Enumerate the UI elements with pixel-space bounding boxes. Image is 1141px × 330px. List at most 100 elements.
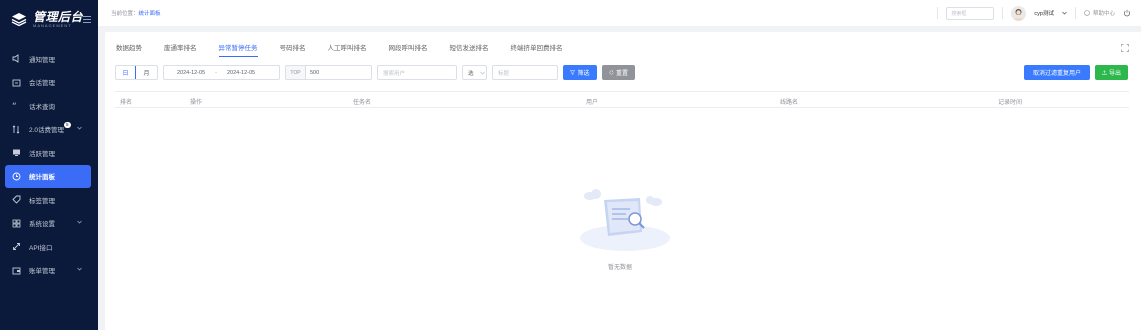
sidebar-item-session[interactable]: 会话管理: [0, 71, 98, 95]
header-actions: 搜索框 cyp测试 帮助中心: [937, 0, 1131, 26]
fullscreen-icon[interactable]: [1121, 44, 1129, 52]
sidebar: 管理后台 MANAGEMENT 通知管理 会话管理 “ 话术查询 2.0话费管理…: [0, 0, 98, 330]
column-header: 任务名: [353, 100, 372, 106]
refresh-icon: [609, 70, 614, 75]
sidebar-menu: 通知管理 会话管理 “ 话术查询 2.0话费管理 5 活跃管理 统计面板 标签管…: [0, 47, 98, 282]
sidebar-item-active[interactable]: 活跃管理: [0, 141, 98, 165]
user-name[interactable]: cyp测试: [1034, 9, 1054, 17]
sidebar-item-bills[interactable]: 账单管理: [0, 259, 98, 283]
chevron-down-icon[interactable]: [1062, 11, 1067, 15]
chat-box-icon: [11, 77, 21, 87]
table-actions: 取消过滤重复用户 导出: [1024, 65, 1128, 80]
top-n-input[interactable]: TOP 500: [285, 65, 372, 80]
export-button[interactable]: 导出: [1095, 65, 1128, 80]
column-header: 排名: [120, 100, 133, 106]
column-header: 线路名: [780, 100, 799, 106]
speaker-icon: [11, 54, 21, 64]
tab-segment-call-rank[interactable]: 网段呼叫排名: [389, 40, 428, 57]
sidebar-item-tags[interactable]: 标签管理: [0, 188, 98, 212]
filter-bar: 日 月 2024-12-05 - 2024-12-05 TOP 500 搜索用户…: [115, 65, 635, 80]
sidebar-item-api[interactable]: API接口: [0, 235, 98, 259]
column-header: 用户: [586, 100, 599, 106]
export-button-label: 导出: [1108, 71, 1121, 77]
sidebar-item-billing-v2[interactable]: 2.0话费管理 5: [0, 118, 98, 142]
chevron-down-icon: [77, 267, 82, 271]
sort-icon: [11, 124, 21, 134]
sidebar-item-label: 会话管理: [29, 80, 55, 88]
table-header: 排名 操作 任务名 用户 线路名 记录时间: [115, 91, 1129, 108]
sidebar-item-label: API接口: [29, 244, 53, 252]
tab-abnormal-paused-tasks[interactable]: 异常暂停任务: [218, 40, 258, 57]
brand-title: 管理后台: [33, 9, 84, 24]
date-separator: -: [215, 69, 217, 76]
date-start: 2024-12-05: [177, 69, 206, 76]
power-icon[interactable]: [1123, 9, 1131, 17]
tab-sms-send-rank[interactable]: 短信发送排名: [450, 40, 489, 57]
chevron-down-icon: [479, 71, 485, 75]
user-avatar-icon: [1013, 8, 1025, 21]
notification-badge: 5: [64, 121, 71, 128]
monitor-icon: [11, 148, 21, 158]
sidebar-item-label: 活跃管理: [29, 150, 55, 158]
chevron-down-icon: [77, 220, 82, 224]
funnel-icon: [570, 70, 576, 75]
grid-icon: [11, 218, 21, 228]
sidebar-item-script[interactable]: “ 话术查询: [0, 94, 98, 118]
reset-button-label: 重置: [615, 71, 628, 77]
breadcrumb-prefix: 当前位置：: [111, 11, 139, 17]
help-center-link[interactable]: 帮助中心: [1084, 9, 1115, 17]
stats-tabs: 数据趋势 废通率排名 异常暂停任务 号码排名 人工呼叫排名 网段呼叫排名 短信发…: [116, 40, 585, 57]
month-option[interactable]: 月: [136, 66, 157, 79]
sidebar-item-settings[interactable]: 系统设置: [0, 212, 98, 236]
quote-icon: “: [11, 101, 21, 111]
clock-icon: [11, 171, 21, 181]
day-option[interactable]: 日: [116, 66, 136, 79]
top-label: TOP: [286, 66, 306, 79]
tab-data-trend[interactable]: 数据趋势: [116, 40, 142, 57]
sidebar-item-label: 账单管理: [29, 268, 55, 276]
sidebar-item-label: 统计面板: [29, 174, 55, 182]
tab-number-rank[interactable]: 号码排名: [280, 40, 306, 57]
sidebar-item-label: 通知管理: [29, 56, 55, 64]
sidebar-item-label: 标签管理: [29, 197, 55, 205]
header-search-input[interactable]: 搜索框: [946, 6, 995, 20]
sidebar-item-stats[interactable]: 统计面板: [5, 164, 91, 188]
tab-manual-call-rank[interactable]: 人工呼叫排名: [328, 40, 367, 57]
tab-terminal-refund-rank[interactable]: 终端挤单回费排名: [511, 40, 563, 57]
chevron-down-icon: [77, 126, 82, 130]
tab-waste-rate-rank[interactable]: 废通率排名: [164, 40, 197, 57]
divider: [1074, 7, 1076, 19]
top-value: 500: [310, 69, 320, 76]
remark-input[interactable]: 标题: [492, 65, 558, 80]
breadcrumb-current[interactable]: 统计面板: [139, 11, 161, 17]
brand-subtitle: MANAGEMENT: [33, 22, 72, 28]
main-panel: 数据趋势 废通率排名 异常暂停任务 号码排名 人工呼叫排名 网段呼叫排名 短信发…: [105, 32, 1141, 330]
cancel-duplicate-filter-button[interactable]: 取消过滤重复用户: [1024, 65, 1090, 80]
help-label: 帮助中心: [1092, 11, 1115, 17]
type-select[interactable]: 选: [462, 65, 487, 80]
sidebar-item-label: 话术查询: [29, 103, 55, 111]
period-toggle: 日 月: [115, 65, 158, 80]
svg-text:“: “: [12, 102, 17, 110]
empty-state-text: 暂无数据: [608, 265, 633, 271]
user-search-input[interactable]: 搜索用户: [377, 65, 457, 80]
wallet-icon: [11, 265, 21, 275]
layers-logo-icon: [11, 13, 27, 27]
column-header: 记录时间: [998, 100, 1023, 106]
help-circle-icon: [1084, 10, 1090, 16]
divider: [937, 7, 939, 19]
column-header: 操作: [190, 100, 203, 106]
sidebar-item-notice[interactable]: 通知管理: [0, 47, 98, 71]
filter-button-label: 筛选: [577, 71, 590, 77]
tag-icon: [11, 195, 21, 205]
type-select-value: 选: [468, 70, 474, 77]
sidebar-item-label: 2.0话费管理: [29, 127, 65, 135]
date-range-picker[interactable]: 2024-12-05 - 2024-12-05: [163, 65, 280, 80]
top-header: 当前位置：统计面板 搜索框 cyp测试 帮助中心: [98, 0, 1141, 26]
filter-button[interactable]: 筛选: [563, 65, 597, 80]
menu-collapse-icon[interactable]: [83, 16, 91, 23]
breadcrumb: 当前位置：统计面板: [111, 9, 161, 17]
avatar[interactable]: [1011, 5, 1027, 21]
reset-button[interactable]: 重置: [602, 65, 635, 80]
link-icon: [11, 242, 21, 252]
